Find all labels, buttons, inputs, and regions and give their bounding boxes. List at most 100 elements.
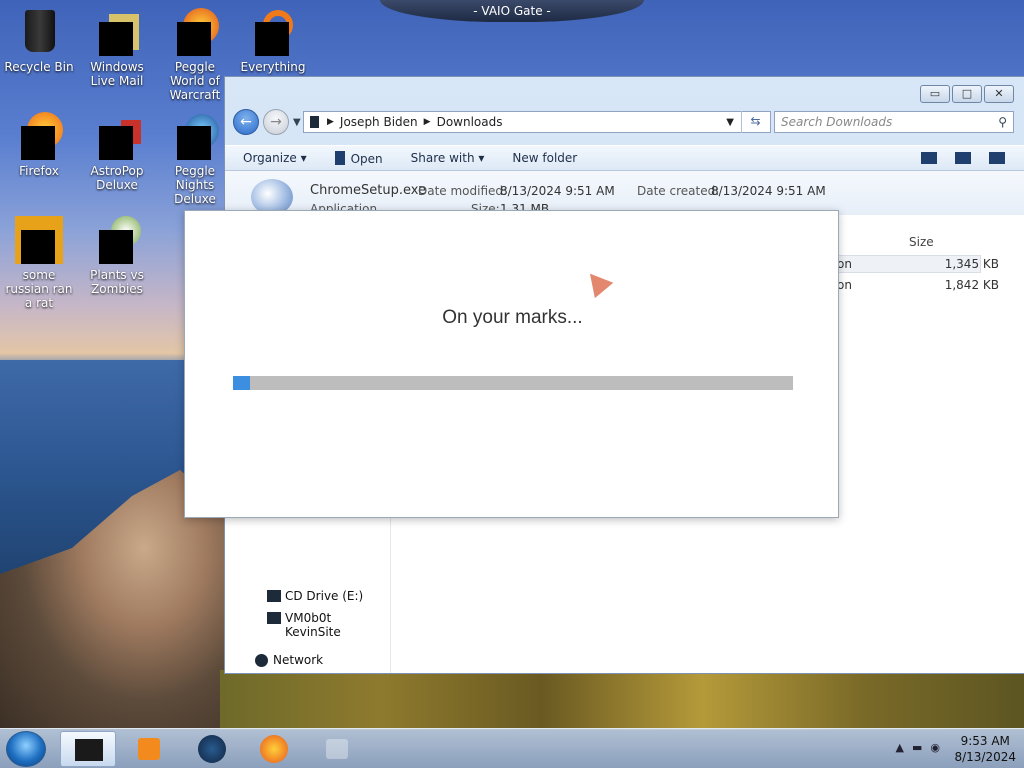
- clock-time: 9:53 AM: [960, 734, 1010, 748]
- media-player-icon: [138, 738, 160, 760]
- date-created-label: Date created:: [637, 184, 720, 198]
- details-pane: ChromeSetup.exe Date modified: 8/13/2024…: [225, 171, 1024, 216]
- open-button[interactable]: Open: [334, 150, 383, 166]
- organize-button[interactable]: Organize ▾: [243, 151, 307, 165]
- recent-pages-chevron-icon[interactable]: ▼: [293, 117, 301, 128]
- mouse-cursor-icon: [580, 265, 614, 299]
- search-input[interactable]: Search Downloads ⚲: [774, 111, 1014, 133]
- forward-button[interactable]: →: [263, 109, 289, 135]
- desktop-icon-astropop[interactable]: AstroPop Deluxe: [78, 112, 156, 192]
- network-icon: [255, 654, 268, 667]
- sidebar-item-label: CD Drive (E:): [285, 589, 364, 603]
- preview-pane-icon[interactable]: [955, 152, 971, 164]
- firefox-icon: [15, 112, 63, 160]
- window-controls: ▭ □ ✕: [920, 85, 1014, 103]
- search-placeholder: Search Downloads: [781, 115, 893, 129]
- share-with-button[interactable]: Share with ▾: [411, 151, 485, 165]
- clock-date: 8/13/2024: [954, 750, 1016, 764]
- network-drive-icon: [267, 612, 281, 624]
- back-button[interactable]: ←: [233, 109, 259, 135]
- explorer-icon: [75, 739, 103, 761]
- sidebar-item-label: Network: [273, 653, 324, 667]
- everything-icon: [249, 8, 297, 56]
- open-icon: [334, 150, 345, 165]
- desktop-icon-recycle-bin[interactable]: Recycle Bin: [0, 8, 78, 74]
- desktop-icon-label: Everything: [240, 60, 306, 74]
- desktop-icon-firefox[interactable]: Firefox: [0, 112, 78, 178]
- breadcrumb-item[interactable]: Downloads: [437, 115, 503, 129]
- date-created-value: 8/13/2024 9:51 AM: [711, 184, 826, 198]
- breadcrumb-separator-icon: ▶: [423, 117, 431, 127]
- file-row-size[interactable]: 1,345 KB: [909, 257, 999, 271]
- desktop-icon-label: Peggle World of Warcraft: [169, 60, 221, 102]
- taskbar-item-ghost[interactable]: [308, 731, 364, 767]
- sidebar-item-label: VM0b0t KevinSite: [285, 611, 341, 639]
- date-modified-label: Date modified:: [418, 184, 508, 198]
- progress-bar-fill: [233, 376, 250, 390]
- start-button[interactable]: [6, 731, 46, 767]
- peggle-wow-icon: [171, 8, 219, 56]
- help-icon[interactable]: [989, 152, 1005, 164]
- address-dropdown-icon[interactable]: ▼: [726, 117, 734, 128]
- recycle-bin-icon: [15, 8, 63, 56]
- file-row-type: on: [837, 278, 852, 292]
- command-bar: Organize ▾ Open Share with ▾ New folder: [225, 145, 1024, 171]
- close-button[interactable]: ✕: [984, 85, 1014, 103]
- app-globe-icon: [198, 735, 226, 763]
- dialog-message: On your marks...: [442, 307, 583, 328]
- refresh-button[interactable]: ⇆: [741, 111, 769, 133]
- size-column-header[interactable]: Size: [909, 235, 934, 249]
- taskbar-item-app[interactable]: [184, 731, 240, 767]
- network-status-icon[interactable]: ◉: [930, 741, 940, 754]
- desktop-icon-label: Windows Live Mail: [90, 60, 144, 88]
- sidebar-item-vm0b0t[interactable]: VM0b0t KevinSite: [267, 611, 390, 639]
- breadcrumb-separator-icon: ▶: [327, 117, 334, 127]
- desktop-icon-label: Peggle Nights Deluxe: [174, 164, 216, 206]
- address-bar[interactable]: ▶ Joseph Biden ▶ Downloads ▼: [303, 111, 771, 133]
- desktop-grass: [220, 670, 1024, 730]
- nav-buttons: ← → ▼: [233, 109, 301, 135]
- plants-vs-zombies-icon: [93, 216, 141, 264]
- change-view-icon[interactable]: [921, 152, 937, 164]
- progress-bar: [233, 376, 793, 390]
- windows-live-mail-icon: [93, 8, 141, 56]
- file-row-type: on: [837, 257, 852, 271]
- view-controls: [921, 152, 1005, 164]
- desktop-icon-plants-vs-zombies[interactable]: Plants vs Zombies: [78, 216, 156, 296]
- search-icon[interactable]: ⚲: [998, 112, 1007, 132]
- breadcrumb-item[interactable]: Joseph Biden: [340, 115, 418, 129]
- taskbar-item-firefox[interactable]: [246, 731, 302, 767]
- folder-icon: [310, 116, 319, 128]
- loading-dialog: On your marks...: [184, 210, 839, 518]
- file-name: ChromeSetup.exe: [310, 183, 427, 198]
- system-tray: ▲ ▬ ◉: [896, 741, 940, 754]
- camera-icon: [326, 739, 348, 759]
- desktop-icon-label: Plants vs Zombies: [90, 268, 144, 296]
- desktop-icon-label: some russian ran a rat: [5, 268, 73, 310]
- new-folder-button[interactable]: New folder: [512, 151, 577, 165]
- taskbar: ▲ ▬ ◉ 9:53 AM 8/13/2024: [0, 728, 1024, 768]
- maximize-button[interactable]: □: [952, 85, 982, 103]
- monitor-icon[interactable]: ▬: [912, 741, 922, 754]
- desktop-icon-everything[interactable]: Everything: [234, 8, 312, 74]
- astropop-icon: [93, 112, 141, 160]
- taskbar-item-media-player[interactable]: [122, 731, 178, 767]
- cd-drive-icon: [267, 590, 281, 602]
- desktop-icon-windows-live-mail[interactable]: Windows Live Mail: [78, 8, 156, 88]
- desktop-icon-peggle-nights[interactable]: Peggle Nights Deluxe: [156, 112, 234, 206]
- minimize-button[interactable]: ▭: [920, 85, 950, 103]
- peggle-nights-icon: [171, 112, 219, 160]
- sidebar-item-network[interactable]: Network: [255, 653, 324, 667]
- date-modified-value: 8/13/2024 9:51 AM: [500, 184, 615, 198]
- desktop-icon-peggle-wow[interactable]: Peggle World of Warcraft: [156, 8, 234, 102]
- sidebar-item-cd-drive[interactable]: CD Drive (E:): [267, 589, 364, 603]
- file-row-size[interactable]: 1,842 KB: [909, 278, 999, 292]
- desktop-icon-some-russian[interactable]: some russian ran a rat: [0, 216, 78, 310]
- show-hidden-icons-icon[interactable]: ▲: [896, 741, 904, 754]
- desktop-icon-label: AstroPop Deluxe: [90, 164, 144, 192]
- vaio-gate-tab[interactable]: - VAIO Gate -: [380, 0, 644, 22]
- firefox-icon: [260, 735, 288, 763]
- clock[interactable]: 9:53 AM 8/13/2024: [954, 733, 1016, 765]
- taskbar-item-explorer[interactable]: [60, 731, 116, 767]
- russian-rat-icon: [15, 216, 63, 264]
